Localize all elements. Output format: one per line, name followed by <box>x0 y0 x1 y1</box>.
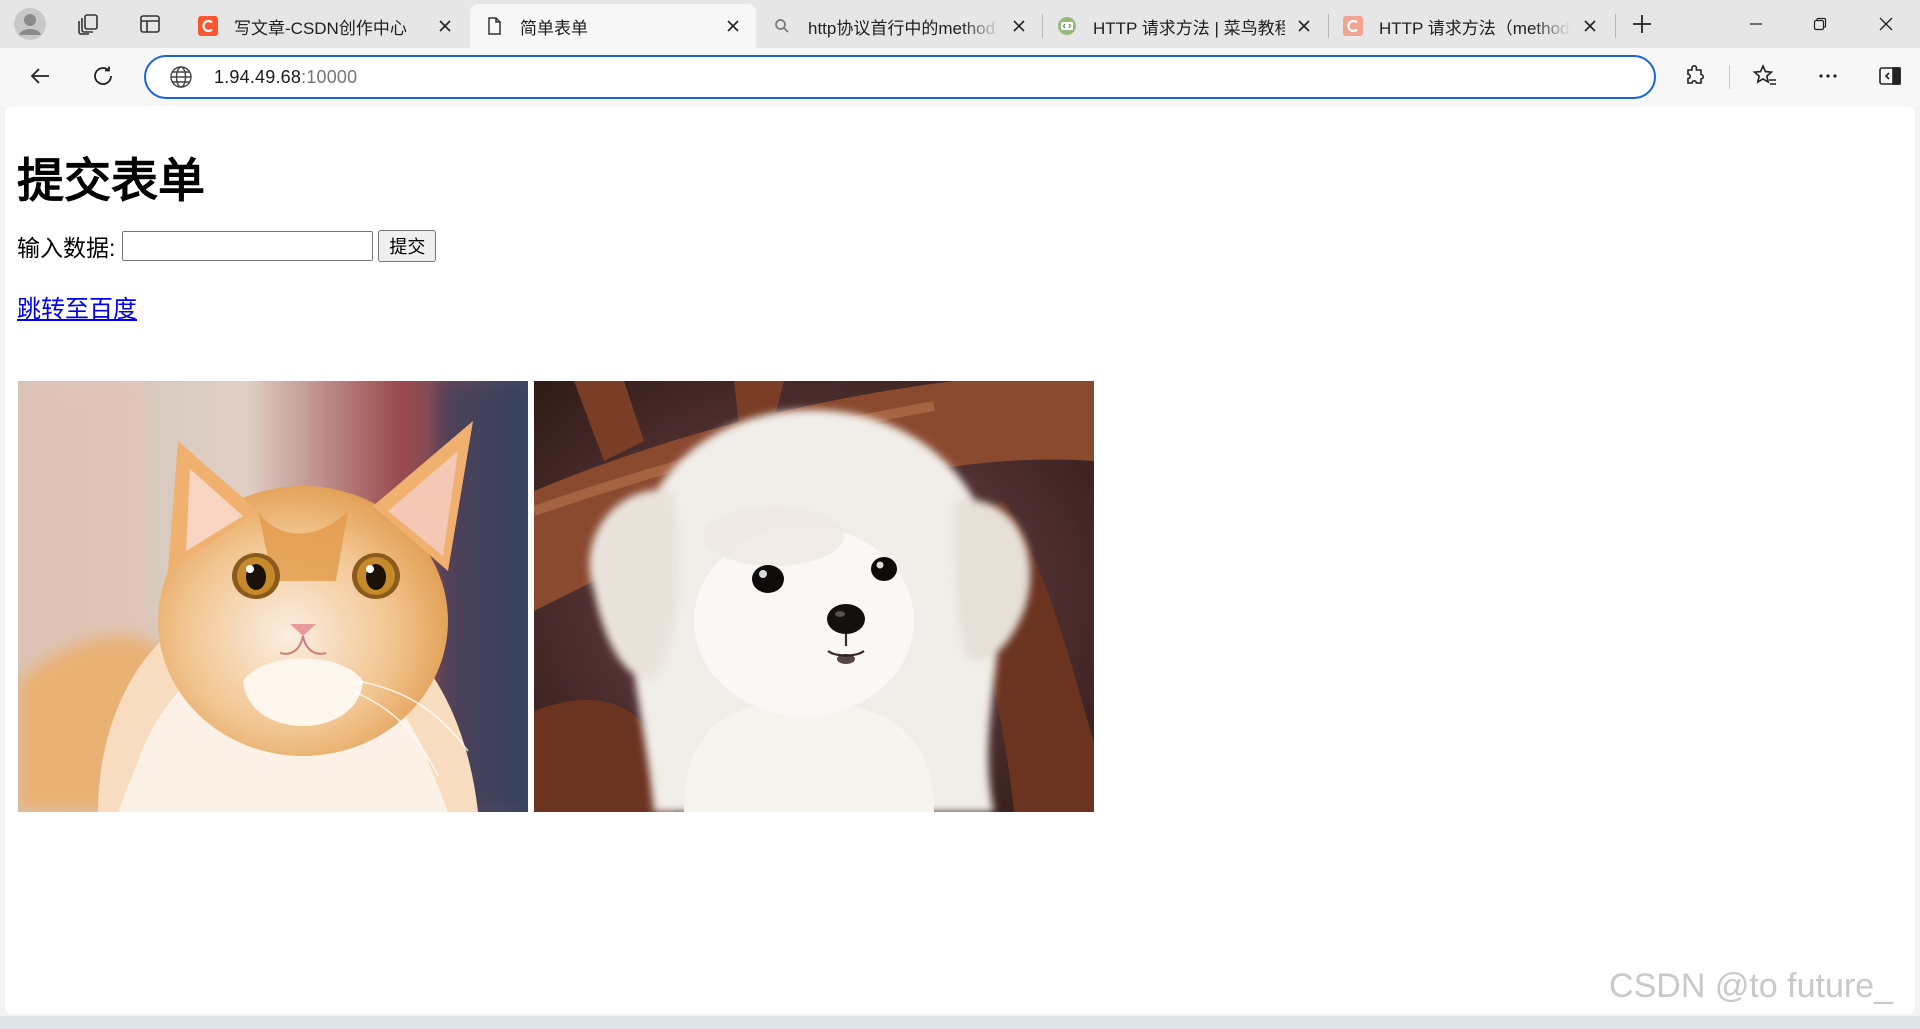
minimize-button[interactable] <box>1724 0 1788 48</box>
new-tab-button[interactable] <box>1622 4 1662 44</box>
tab-actions-icon <box>140 15 160 33</box>
close-icon <box>1584 20 1596 32</box>
close-icon <box>439 20 451 32</box>
page-title: 提交表单 <box>17 154 205 209</box>
page-viewport: 提交表单 输入数据: 提交 跳转至百度 CSDN @to future_ <box>5 106 1915 1014</box>
sidebar-toggle-button[interactable] <box>1870 56 1910 96</box>
tab-csdn-http-method[interactable]: HTTP 请求方法（method） <box>1329 4 1613 48</box>
data-input[interactable] <box>122 231 374 261</box>
more-horizontal-icon <box>1819 74 1837 78</box>
star-list-icon <box>1752 63 1776 85</box>
avatar-icon <box>14 8 46 40</box>
url-text[interactable]: 1.94.49.68:10000 <box>214 67 357 88</box>
back-button[interactable] <box>20 56 60 96</box>
close-icon <box>1013 20 1025 32</box>
close-tab-button[interactable] <box>722 15 744 37</box>
tab-separator <box>1615 14 1616 38</box>
input-label: 输入数据: <box>17 235 116 261</box>
tab-search-method[interactable]: http协议首行中的method <box>758 4 1042 48</box>
url-host: 1.94.49.68 <box>214 66 302 87</box>
plus-icon <box>1633 15 1651 33</box>
close-tab-button[interactable] <box>1008 15 1030 37</box>
cat-image <box>18 381 528 812</box>
close-window-button[interactable] <box>1854 0 1918 48</box>
refresh-button[interactable] <box>83 56 123 96</box>
workspaces-icon <box>78 14 98 35</box>
tab-title: 简单表单 <box>520 18 588 38</box>
taskbar-edge <box>0 1016 1920 1029</box>
arrow-left-icon <box>30 68 49 84</box>
baidu-link[interactable]: 跳转至百度 <box>17 289 137 324</box>
url-port: :10000 <box>301 66 358 87</box>
tab-title: HTTP 请求方法 | 菜鸟教程 <box>1093 18 1285 38</box>
profile-button[interactable] <box>10 4 50 44</box>
tab-strip: 写文章-CSDN创作中心 简单表单 http协议首行中的method HTTP … <box>0 0 1920 48</box>
puzzle-icon <box>1687 65 1704 84</box>
submit-button[interactable]: 提交 <box>378 230 437 262</box>
page-icon <box>488 17 501 35</box>
csdn-logo-icon <box>1343 16 1363 36</box>
runoob-logo-icon <box>1058 17 1076 35</box>
favorites-button[interactable] <box>1745 56 1785 96</box>
refresh-icon <box>94 66 112 85</box>
site-info-button[interactable] <box>168 64 194 90</box>
tab-title: 写文章-CSDN创作中心 <box>234 18 407 38</box>
search-icon <box>775 19 789 33</box>
address-bar[interactable]: 1.94.49.68:10000 <box>144 55 1656 99</box>
restore-icon <box>1813 17 1827 31</box>
globe-icon <box>170 66 192 88</box>
close-tab-button[interactable] <box>434 15 456 37</box>
extensions-button[interactable] <box>1675 56 1715 96</box>
csdn-logo-icon <box>198 16 218 36</box>
browser-toolbar: 1.94.49.68:10000 <box>0 48 1920 106</box>
tab-runoob-http[interactable]: HTTP 请求方法 | 菜鸟教程 <box>1043 4 1327 48</box>
close-icon <box>1298 20 1310 32</box>
minimize-icon <box>1750 23 1762 25</box>
close-icon <box>1879 17 1893 31</box>
tab-simple-form[interactable]: 简单表单 <box>470 4 756 48</box>
tab-csdn-editor[interactable]: 写文章-CSDN创作中心 <box>184 4 468 48</box>
close-tab-button[interactable] <box>1579 15 1601 37</box>
tab-title: http协议首行中的method <box>808 18 996 38</box>
sidebar-icon <box>1879 67 1901 85</box>
puppy-image <box>534 381 1094 812</box>
toolbar-divider <box>1729 65 1730 89</box>
workspaces-button[interactable] <box>68 4 108 44</box>
tab-actions-button[interactable] <box>130 4 170 44</box>
watermark: CSDN @to future_ <box>1609 967 1893 1005</box>
close-tab-button[interactable] <box>1293 15 1315 37</box>
close-icon <box>727 20 739 32</box>
data-form: 输入数据: 提交 <box>17 230 437 262</box>
restore-button[interactable] <box>1788 0 1852 48</box>
tab-title: HTTP 请求方法（method） <box>1379 18 1571 38</box>
more-menu-button[interactable] <box>1808 56 1848 96</box>
